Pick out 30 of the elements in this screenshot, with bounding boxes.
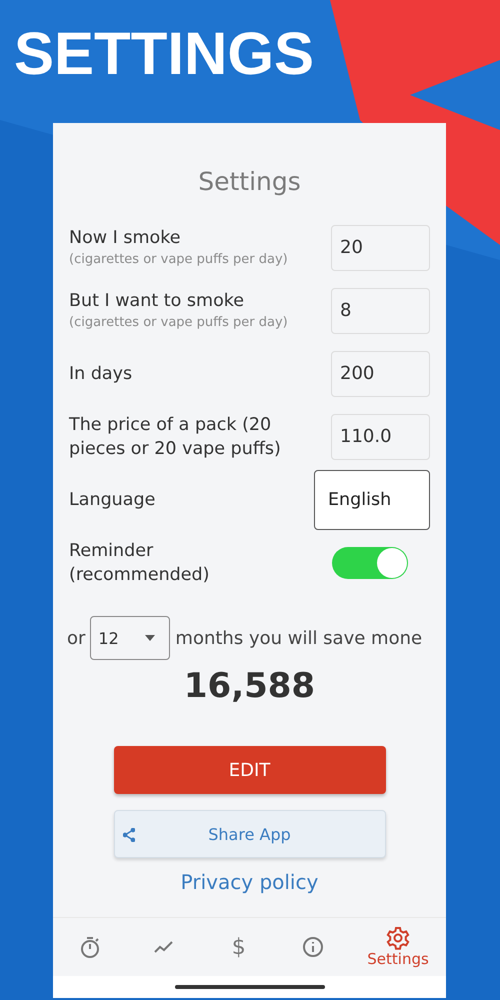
- input-field[interactable]: 20: [331, 224, 430, 270]
- nav-tab[interactable]: Settings: [367, 926, 429, 968]
- input-field[interactable]: 200: [331, 350, 430, 396]
- field-label: But I want to smoke: [69, 290, 246, 312]
- privacy-link[interactable]: Privacy policy: [180, 870, 318, 894]
- screen-title: Settings: [198, 167, 301, 196]
- dollar-sign: $: [232, 934, 246, 960]
- share-icon: [122, 828, 134, 842]
- language-picker[interactable]: English: [314, 470, 430, 530]
- input-field[interactable]: 110.0: [331, 414, 430, 460]
- field-label: Language: [69, 488, 156, 512]
- savings-amount: 16,588: [184, 666, 316, 706]
- savings-text: months you will save mone: [175, 628, 422, 648]
- field-label: The price of a pack (20 pieces or 20 vape puffs): [69, 414, 282, 460]
- settings-icon: [386, 926, 410, 950]
- months-dropdown[interactable]: 12: [90, 616, 170, 660]
- savings-text: or: [67, 628, 86, 648]
- input-field[interactable]: 8: [331, 288, 430, 334]
- edit-button[interactable]: EDIT: [114, 746, 386, 794]
- field-label: Now I smoke: [69, 226, 182, 250]
- share-button[interactable]: Share App: [114, 810, 386, 858]
- field-label: In days: [69, 362, 132, 386]
- field-hint: (cigarettes or vape puffs per day): [69, 314, 288, 332]
- field-label: Reminder (recommended): [69, 540, 210, 586]
- caret-icon: [145, 635, 156, 641]
- toggle-switch[interactable]: [332, 546, 408, 578]
- page-headline: SETTINGS: [14, 19, 314, 89]
- nav-tab[interactable]: $: [218, 934, 259, 960]
- field-hint: (cigarettes or vape puffs per day): [69, 250, 288, 268]
- info-icon: [300, 935, 325, 959]
